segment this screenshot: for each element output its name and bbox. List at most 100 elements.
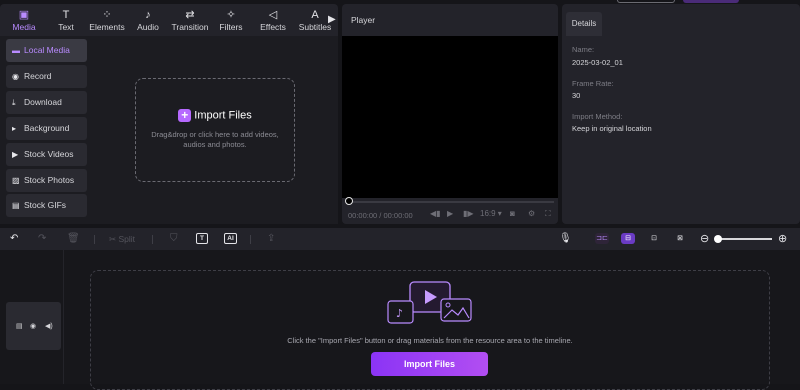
timeline-toolbar: ↶ ↷ 🗑 ✂ Split ⛉ T AI ⇪ 🎙 ⊐⊏ ⊟ ⊡ ⊠ ⊖ ⊕: [0, 228, 800, 250]
zoom-slider-handle[interactable]: [714, 235, 722, 243]
tab-effects[interactable]: ◁ Effects: [252, 8, 294, 36]
zoom-slider-track[interactable]: [720, 238, 772, 240]
sidebar-item-label: Stock Photos: [24, 175, 75, 185]
name-value: 2025-03-02_01: [572, 58, 623, 67]
tab-label: Subtitles: [298, 22, 332, 32]
toolbar-divider: [250, 235, 251, 244]
effects-icon: ◁: [268, 9, 278, 21]
import-files-button[interactable]: Import Files: [371, 352, 488, 376]
tab-text[interactable]: T Text: [45, 8, 87, 36]
frame-rate-value: 30: [572, 91, 581, 100]
stock-videos-icon: ▶: [12, 150, 19, 159]
sidebar-item-label: Download: [24, 97, 62, 107]
tab-label: Effects: [260, 22, 286, 32]
tab-label: Text: [58, 22, 74, 32]
aspect-ratio-value: 16:9: [480, 209, 496, 218]
tab-audio[interactable]: ♪ Audio: [127, 8, 169, 36]
record-icon: ◉: [12, 72, 19, 81]
media-icon: ▣: [18, 9, 30, 21]
ai-tool-button[interactable]: AI: [224, 233, 237, 244]
top-button-filled[interactable]: [683, 0, 739, 3]
track-header-divider: [63, 250, 64, 384]
sidebar-item-stock-videos[interactable]: ▶ Stock Videos: [6, 143, 87, 166]
media-illustration-icon: ♪: [387, 281, 472, 324]
zoom-out-icon[interactable]: ⊖: [700, 233, 709, 245]
split-view-icon[interactable]: ⊡: [647, 233, 661, 244]
split-button[interactable]: ✂ Split: [109, 233, 135, 245]
background-icon: ▸: [12, 124, 17, 133]
current-time: 00:00:00: [348, 211, 378, 220]
total-time: 00:00:00: [383, 211, 413, 220]
aspect-ratio-select[interactable]: 16:9 ▾: [480, 209, 502, 218]
sidebar-item-local-media[interactable]: ▬ Local Media: [6, 39, 87, 62]
filters-icon: ✧: [226, 9, 236, 21]
tab-media[interactable]: ▣ Media: [3, 8, 45, 36]
tab-filters[interactable]: ✧ Filters: [210, 8, 252, 36]
toolbar-divider: [94, 235, 95, 244]
fullscreen-icon[interactable]: ⛶: [545, 209, 551, 219]
tab-label: Elements: [89, 22, 125, 32]
settings-icon[interactable]: ⚙: [528, 209, 535, 218]
tab-label: Audio: [137, 22, 159, 32]
download-icon: ⤓: [12, 98, 16, 107]
next-frame-icon[interactable]: ▮▶: [463, 209, 474, 218]
sidebar-item-stock-gifs[interactable]: ▤ Stock GIFs: [6, 194, 87, 217]
fit-timeline-icon[interactable]: ⊠: [673, 233, 687, 244]
sidebar-item-record[interactable]: ◉ Record: [6, 65, 87, 88]
play-icon[interactable]: ▶: [447, 209, 453, 218]
media-import-dropzone[interactable]: + Import Files Drag&drop or click here to…: [135, 78, 295, 182]
more-tabs-arrow-icon[interactable]: ▶: [328, 14, 336, 25]
import-files-label: Import Files: [194, 109, 252, 122]
sidebar-item-label: Background: [24, 123, 70, 133]
microphone-icon[interactable]: 🎙: [559, 233, 572, 245]
audio-icon: ♪: [145, 9, 151, 21]
folder-icon: ▬: [12, 46, 20, 55]
redo-icon[interactable]: ↷: [38, 233, 46, 245]
top-button-outline[interactable]: [617, 0, 675, 3]
time-separator: /: [379, 211, 382, 220]
sidebar-item-label: Record: [24, 71, 52, 81]
tab-transition[interactable]: ⇄ Transition: [168, 8, 212, 36]
sidebar-item-stock-photos[interactable]: ▨ Stock Photos: [6, 169, 87, 192]
sidebar-item-background[interactable]: ▸ Background: [6, 117, 87, 140]
stock-gifs-icon: ▤: [12, 201, 20, 210]
player-preview: [342, 36, 558, 198]
track-type-icon: ▤: [16, 323, 23, 330]
link-tracks-icon[interactable]: ⊟: [621, 233, 635, 244]
tab-label: Filters: [219, 22, 243, 32]
tab-elements[interactable]: ⁘ Elements: [86, 8, 128, 36]
sidebar-item-label: Stock Videos: [24, 149, 74, 159]
tab-details[interactable]: Details: [566, 12, 602, 36]
undo-icon[interactable]: ↶: [10, 233, 18, 245]
text-tool-button[interactable]: T: [196, 233, 208, 244]
import-method-label: Import Method:: [572, 112, 623, 121]
sidebar-item-download[interactable]: ⤓ Download: [6, 91, 87, 114]
snapshot-icon[interactable]: ◙: [510, 209, 515, 218]
player-title: Player: [351, 15, 376, 25]
name-label: Name:: [572, 45, 595, 54]
zoom-in-icon[interactable]: ⊕: [778, 233, 787, 245]
tab-label: Media: [12, 22, 36, 32]
elements-icon: ⁘: [102, 9, 112, 21]
player-timecode: 00:00:00 / 00:00:00: [348, 211, 413, 220]
previous-frame-icon[interactable]: ◀▮: [430, 209, 441, 218]
speaker-icon[interactable]: ◀): [45, 322, 53, 330]
player-panel: Player 00:00:00 / 00:00:00 ◀▮ ▶ ▮▶ 16:9 …: [342, 4, 558, 224]
media-tab-bar: ▣ Media T Text ⁘ Elements ♪ Audio ⇄ Tran…: [0, 4, 338, 36]
import-files-link[interactable]: + Import Files: [136, 109, 294, 123]
magnet-snap-icon[interactable]: ⊐⊏: [595, 233, 609, 244]
shield-icon[interactable]: ⛉: [170, 233, 178, 245]
stock-photos-icon: ▨: [12, 176, 20, 185]
player-progress-handle[interactable]: [345, 197, 353, 205]
import-method-value: Keep in original location: [572, 124, 652, 133]
player-progress-track[interactable]: [346, 201, 554, 203]
split-label: Split: [118, 234, 136, 244]
plus-icon: +: [178, 109, 192, 122]
frame-rate-label: Frame Rate:: [572, 79, 614, 88]
delete-icon[interactable]: 🗑: [67, 233, 80, 245]
export-icon[interactable]: ⇪: [267, 233, 275, 245]
details-panel: Details Name: 2025-03-02_01 Frame Rate: …: [562, 4, 800, 224]
visibility-eye-icon[interactable]: ◉: [30, 322, 36, 330]
scissors-icon: ✂: [109, 234, 117, 244]
timeline-hint: Click the "Import Files" button or drag …: [287, 336, 573, 345]
